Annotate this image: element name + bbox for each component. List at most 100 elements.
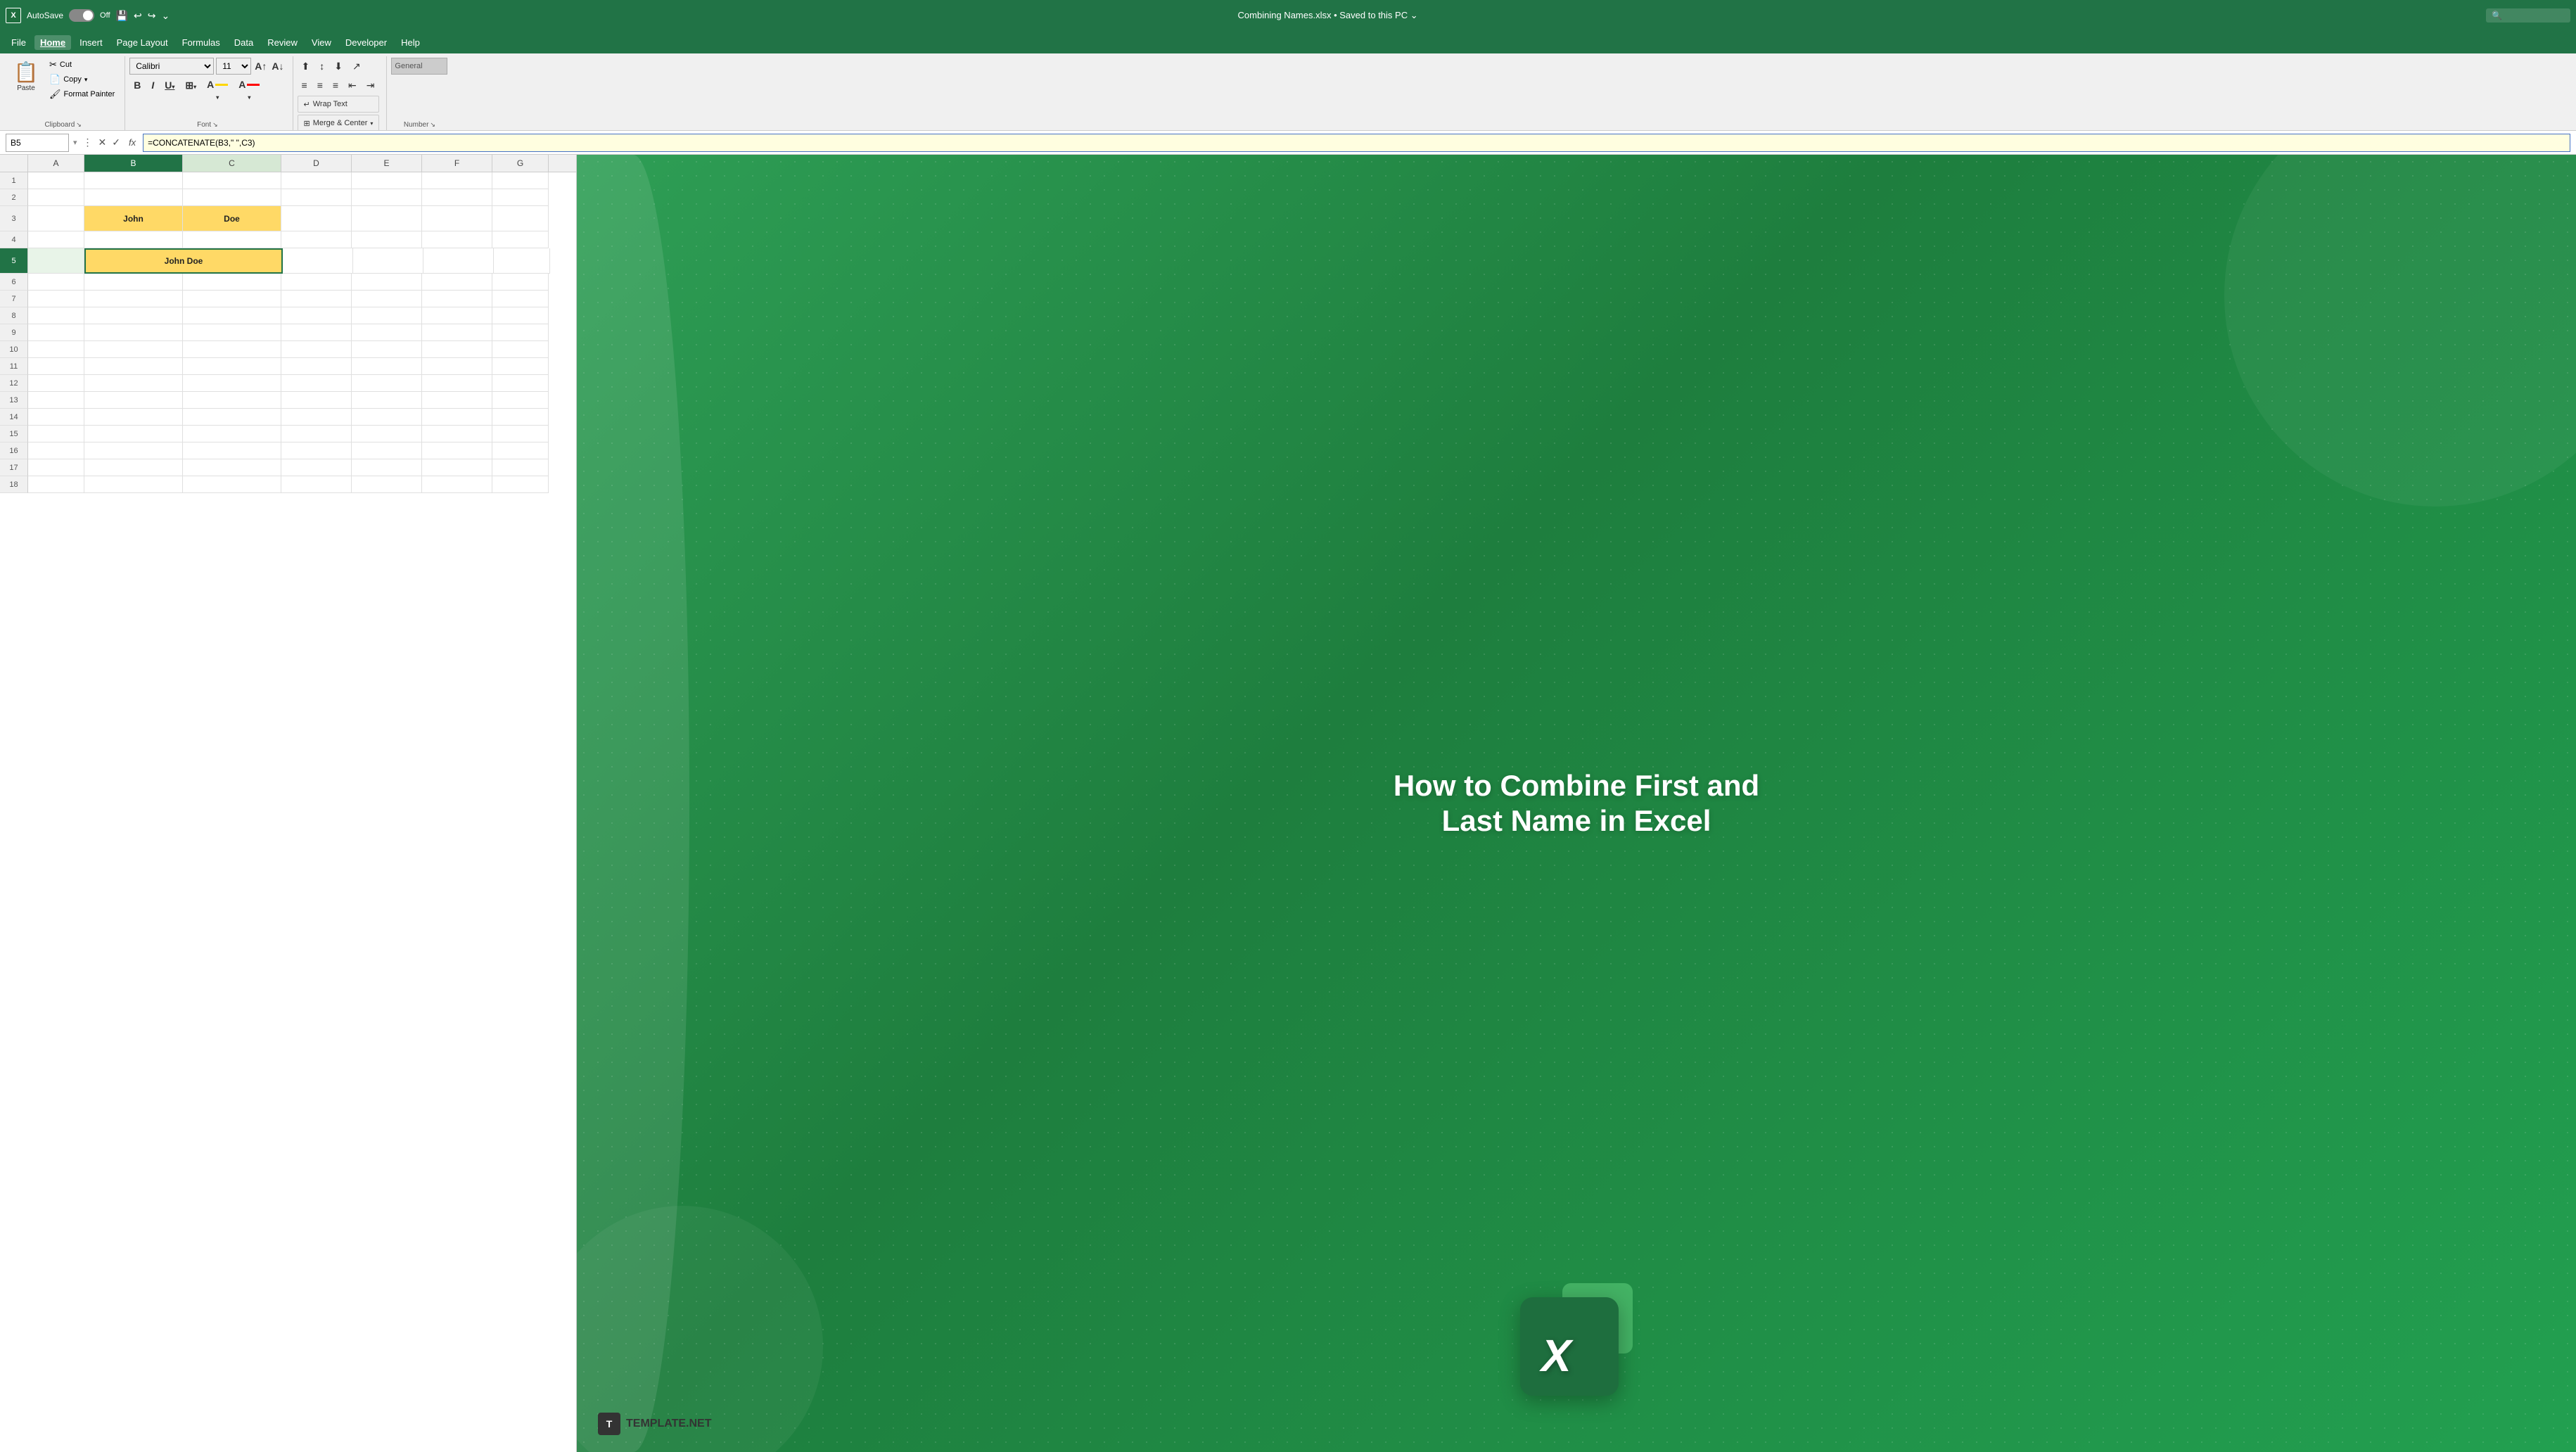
undo-button[interactable]: ↩ <box>134 10 142 22</box>
cell-e4[interactable] <box>352 231 422 248</box>
font-family-select[interactable]: Calibri <box>129 58 214 75</box>
font-expand-icon[interactable]: ↘ <box>212 121 218 129</box>
left-align-button[interactable]: ≡ <box>298 77 312 94</box>
dec-indent-button[interactable]: ⇤ <box>344 77 361 94</box>
bold-button[interactable]: B <box>129 77 145 94</box>
cell-b4[interactable] <box>84 231 183 248</box>
formula-input[interactable] <box>143 134 2570 152</box>
clipboard-small-buttons: ✂ Cut 📄 Copy ▾ 🖌 Format Painter <box>46 58 117 101</box>
cell-g4[interactable] <box>492 231 549 248</box>
menu-review[interactable]: Review <box>262 35 303 50</box>
redo-button[interactable]: ↪ <box>148 10 156 22</box>
name-box[interactable] <box>6 134 69 152</box>
cell-e5[interactable] <box>353 248 423 274</box>
cell-d5[interactable] <box>283 248 353 274</box>
center-align-button[interactable]: ≡ <box>313 77 327 94</box>
menu-formulas[interactable]: Formulas <box>177 35 226 50</box>
cut-button[interactable]: ✂ Cut <box>46 58 117 72</box>
formula-confirm-button[interactable]: ✓ <box>110 136 122 148</box>
cell-a1[interactable] <box>28 172 84 189</box>
search-input[interactable] <box>2486 8 2570 23</box>
cell-f5[interactable] <box>423 248 494 274</box>
cell-b1[interactable] <box>84 172 183 189</box>
save-button[interactable]: 💾 <box>116 10 128 22</box>
middle-align-button[interactable]: ↕ <box>315 58 329 75</box>
cell-e3[interactable] <box>352 206 422 231</box>
right-panel-title: How to Combine First and Last Name in Ex… <box>1365 768 1787 839</box>
cell-d4[interactable] <box>281 231 352 248</box>
row-num-3: 3 <box>0 206 28 231</box>
right-align-button[interactable]: ≡ <box>329 77 343 94</box>
formula-bar: ▾ ⋮ ✕ ✓ fx <box>0 131 2576 155</box>
cell-f3[interactable] <box>422 206 492 231</box>
format-painter-button[interactable]: 🖌 Format Painter <box>46 87 117 101</box>
cell-c4[interactable] <box>183 231 281 248</box>
bottom-align-button[interactable]: ⬇ <box>330 58 347 75</box>
row-num-4: 4 <box>0 231 28 248</box>
menu-view[interactable]: View <box>306 35 337 50</box>
wrap-text-button[interactable]: ↵ Wrap Text <box>298 96 380 113</box>
borders-button[interactable]: ⊞▾ <box>181 77 200 94</box>
text-orient-button[interactable]: ↗ <box>348 58 365 75</box>
number-expand-icon[interactable]: ↘ <box>430 121 435 129</box>
clipboard-expand-icon[interactable]: ↘ <box>76 121 82 129</box>
cell-b5[interactable]: John Doe <box>84 248 283 274</box>
font-color-button[interactable]: A ▾ <box>234 77 264 94</box>
cell-d1[interactable] <box>281 172 352 189</box>
cell-g1[interactable] <box>492 172 549 189</box>
col-header-f[interactable]: F <box>422 155 492 172</box>
title-bar-right <box>2486 8 2570 23</box>
cell-c2[interactable] <box>183 189 281 206</box>
col-header-e[interactable]: E <box>352 155 422 172</box>
cell-b3[interactable]: John <box>84 206 183 231</box>
copy-dropdown-arrow[interactable]: ▾ <box>84 76 88 84</box>
menu-file[interactable]: File <box>6 35 32 50</box>
cell-e2[interactable] <box>352 189 422 206</box>
cell-f4[interactable] <box>422 231 492 248</box>
cell-b2[interactable] <box>84 189 183 206</box>
cell-a4[interactable] <box>28 231 84 248</box>
formula-cancel-button[interactable]: ✕ <box>97 136 108 148</box>
inc-indent-button[interactable]: ⇥ <box>362 77 379 94</box>
cell-f2[interactable] <box>422 189 492 206</box>
cell-g5[interactable] <box>494 248 550 274</box>
underline-button[interactable]: U▾ <box>160 77 179 94</box>
merge-center-button[interactable]: ⊞ Merge & Center ▾ <box>298 115 380 132</box>
cell-d3[interactable] <box>281 206 352 231</box>
formula-more-button[interactable]: ⋮ <box>82 136 94 148</box>
cell-a3[interactable] <box>28 206 84 231</box>
fill-color-button[interactable]: A ▾ <box>203 77 232 94</box>
name-box-expand[interactable]: ▾ <box>73 138 77 147</box>
col-header-a[interactable]: A <box>28 155 84 172</box>
cell-e1[interactable] <box>352 172 422 189</box>
copy-button[interactable]: 📄 Copy ▾ <box>46 72 117 87</box>
menu-data[interactable]: Data <box>229 35 259 50</box>
font-size-select[interactable]: 11 <box>216 58 251 75</box>
cell-g2[interactable] <box>492 189 549 206</box>
col-header-c[interactable]: C <box>183 155 281 172</box>
cell-f1[interactable] <box>422 172 492 189</box>
col-header-b[interactable]: B <box>84 155 183 172</box>
autosave-toggle[interactable] <box>69 9 94 22</box>
paste-button[interactable]: 📋 Paste <box>8 58 44 95</box>
table-row: 3 John Doe <box>0 206 576 231</box>
top-align-button[interactable]: ⬆ <box>298 58 314 75</box>
cell-c3[interactable]: Doe <box>183 206 281 231</box>
italic-button[interactable]: I <box>147 77 158 94</box>
menu-developer[interactable]: Developer <box>340 35 393 50</box>
grow-font-button[interactable]: A↑ <box>253 60 268 72</box>
cell-a2[interactable] <box>28 189 84 206</box>
menu-help[interactable]: Help <box>395 35 426 50</box>
shrink-font-button[interactable]: A↓ <box>270 60 285 72</box>
col-header-d[interactable]: D <box>281 155 352 172</box>
more-commands-button[interactable]: ⌄ <box>161 10 170 22</box>
cell-g3[interactable] <box>492 206 549 231</box>
cell-a5[interactable] <box>28 248 84 274</box>
cell-d2[interactable] <box>281 189 352 206</box>
number-content: General <box>391 58 447 120</box>
menu-page-layout[interactable]: Page Layout <box>111 35 174 50</box>
menu-insert[interactable]: Insert <box>74 35 108 50</box>
menu-home[interactable]: Home <box>34 35 71 50</box>
cell-c1[interactable] <box>183 172 281 189</box>
col-header-g[interactable]: G <box>492 155 549 172</box>
